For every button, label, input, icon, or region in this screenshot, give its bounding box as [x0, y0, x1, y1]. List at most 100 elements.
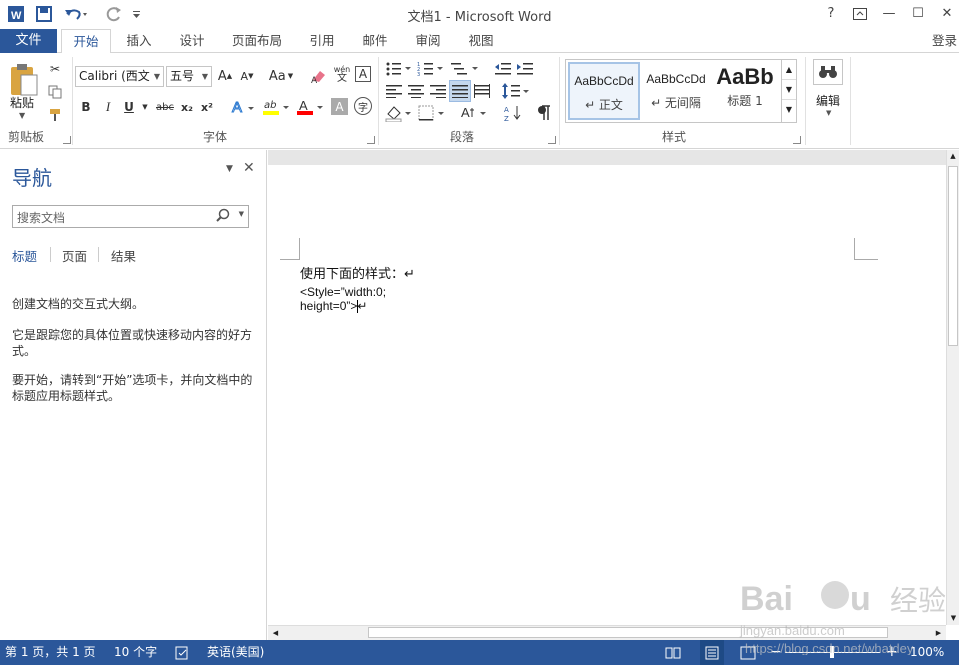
underline-button[interactable]: U — [121, 97, 137, 117]
document-page[interactable]: 使用下面的样式：↵ <Style=”width:0; height=0”>↵ — [268, 165, 946, 625]
paragraph-launcher-icon[interactable] — [548, 136, 556, 144]
styles-down-icon[interactable]: ▼ — [782, 80, 796, 100]
document-line-1[interactable]: 使用下面的样式：↵ — [300, 263, 415, 282]
tab-view[interactable]: 视图 — [459, 29, 503, 53]
vertical-scrollbar[interactable]: ▲ ▼ — [946, 150, 959, 625]
clipboard-launcher-icon[interactable] — [63, 136, 71, 144]
paste-dropdown-icon[interactable]: ▼ — [19, 111, 25, 120]
align-left-icon[interactable] — [385, 81, 403, 101]
scroll-down-icon[interactable]: ▼ — [947, 612, 959, 625]
nav-search-input[interactable]: 搜索文档 ▼ — [12, 205, 249, 228]
underline-dropdown-icon[interactable]: ▼ — [140, 97, 150, 117]
bold-button[interactable]: B — [78, 97, 94, 117]
styles-launcher-icon[interactable] — [793, 136, 801, 144]
multilevel-list-icon[interactable] — [450, 59, 480, 79]
font-color-icon[interactable]: A — [296, 97, 324, 117]
tab-review[interactable]: 审阅 — [406, 29, 450, 53]
shrink-font-icon[interactable]: A ▼ — [238, 66, 256, 86]
style-heading-1[interactable]: AaBb 标题 1 — [712, 62, 778, 120]
print-layout-icon[interactable] — [700, 640, 724, 665]
justify-icon[interactable] — [449, 80, 471, 102]
document-line-2[interactable]: <Style=”width:0; height=0”>↵ — [300, 285, 448, 314]
sort-icon[interactable]: AZ — [503, 103, 523, 123]
font-size-select[interactable]: 五号 ▼ — [166, 66, 212, 87]
asian-layout-icon[interactable]: A — [460, 103, 488, 123]
tab-references[interactable]: 引用 — [300, 29, 344, 53]
login-link[interactable]: 登录 — [932, 29, 957, 53]
show-marks-icon[interactable] — [535, 103, 553, 123]
align-center-icon[interactable] — [407, 81, 425, 101]
proofing-icon[interactable] — [175, 640, 191, 665]
enclose-characters-icon[interactable]: 字 — [354, 97, 372, 115]
tab-insert[interactable]: 插入 — [116, 29, 162, 53]
ribbon-display-button[interactable] — [849, 4, 871, 24]
font-name-select[interactable]: Calibri (西文 ▼ — [75, 66, 164, 87]
italic-button[interactable]: I — [100, 97, 116, 117]
character-border-icon[interactable]: A — [355, 66, 371, 82]
shading-icon[interactable] — [385, 103, 413, 123]
change-case-button[interactable]: Aa ▼ — [266, 66, 296, 86]
tab-mailings[interactable]: 邮件 — [353, 29, 397, 53]
borders-icon[interactable] — [418, 103, 446, 123]
zoom-in-button[interactable]: + — [886, 640, 898, 665]
zoom-slider-thumb[interactable] — [830, 646, 834, 658]
subscript-button[interactable]: x₂ — [179, 97, 195, 117]
search-icon[interactable] — [216, 208, 230, 225]
bullets-icon[interactable] — [385, 59, 413, 79]
font-launcher-icon[interactable] — [367, 136, 375, 144]
nav-tab-results[interactable]: 结果 — [111, 246, 136, 265]
cut-icon[interactable]: ✂ — [46, 59, 64, 79]
page-count[interactable]: 第 1 页，共 1 页 — [5, 640, 96, 665]
nav-tab-headings[interactable]: 标题 — [12, 246, 37, 265]
grow-font-icon[interactable]: A ▲ — [216, 66, 234, 86]
close-button[interactable]: ✕ — [936, 4, 958, 24]
phonetic-guide-button[interactable]: wén 文 — [332, 64, 352, 84]
editing-button[interactable]: 编辑 — [816, 92, 840, 109]
scroll-right-icon[interactable]: ▶ — [931, 626, 946, 640]
zoom-level[interactable]: 100% — [910, 640, 944, 665]
web-layout-icon[interactable] — [740, 640, 756, 665]
scroll-left-icon[interactable]: ◀ — [268, 626, 283, 640]
highlight-color-icon[interactable]: ab — [262, 97, 290, 117]
superscript-button[interactable]: x² — [199, 97, 215, 117]
format-painter-icon[interactable] — [46, 105, 64, 125]
copy-icon[interactable] — [46, 82, 64, 102]
zoom-slider[interactable] — [785, 640, 880, 665]
tab-file[interactable]: 文件 — [0, 29, 57, 53]
character-shading-icon[interactable]: A — [331, 98, 348, 115]
scroll-up-icon[interactable]: ▲ — [947, 150, 959, 163]
search-dropdown-icon[interactable]: ▼ — [239, 210, 244, 218]
word-count[interactable]: 10 个字 — [114, 640, 157, 665]
tab-design[interactable]: 设计 — [170, 29, 214, 53]
nav-close-icon[interactable]: ✕ — [243, 160, 255, 176]
tab-page-layout[interactable]: 页面布局 — [226, 29, 288, 53]
decrease-indent-icon[interactable] — [494, 59, 512, 79]
horizontal-scrollbar[interactable]: ◀ ▶ — [268, 625, 946, 640]
editing-dropdown-icon[interactable]: ▼ — [826, 109, 831, 117]
styles-up-icon[interactable]: ▲ — [782, 60, 796, 80]
vertical-scroll-thumb[interactable] — [948, 166, 958, 346]
horizontal-scroll-thumb[interactable] — [368, 627, 888, 638]
tab-home[interactable]: 开始 — [61, 29, 111, 54]
strikethrough-button[interactable]: abc — [154, 97, 176, 117]
align-right-icon[interactable] — [429, 81, 447, 101]
language-indicator[interactable]: 英语(美国) — [207, 640, 264, 665]
paste-label[interactable]: 粘贴 — [10, 94, 34, 111]
help-button[interactable]: ? — [820, 4, 842, 24]
read-mode-icon[interactable] — [665, 640, 681, 665]
numbering-icon[interactable]: 123 — [417, 59, 445, 79]
style-normal[interactable]: AaBbCcDd ↵ 正文 — [568, 62, 640, 120]
clear-formatting-icon[interactable]: A — [308, 66, 330, 86]
distributed-icon[interactable] — [473, 81, 491, 101]
increase-indent-icon[interactable] — [516, 59, 534, 79]
zoom-out-button[interactable]: − — [770, 640, 782, 665]
maximize-button[interactable]: ☐ — [907, 4, 929, 24]
text-effects-icon[interactable]: A — [230, 97, 256, 117]
line-spacing-icon[interactable] — [502, 81, 530, 101]
binoculars-icon[interactable] — [813, 59, 843, 85]
styles-more-icon[interactable]: ▼ — [782, 100, 796, 120]
minimize-button[interactable]: — — [878, 4, 900, 24]
nav-tab-pages[interactable]: 页面 — [62, 246, 87, 265]
nav-options-icon[interactable]: ▼ — [226, 164, 233, 174]
style-no-spacing[interactable]: AaBbCcDd ↵ 无间隔 — [640, 62, 712, 120]
